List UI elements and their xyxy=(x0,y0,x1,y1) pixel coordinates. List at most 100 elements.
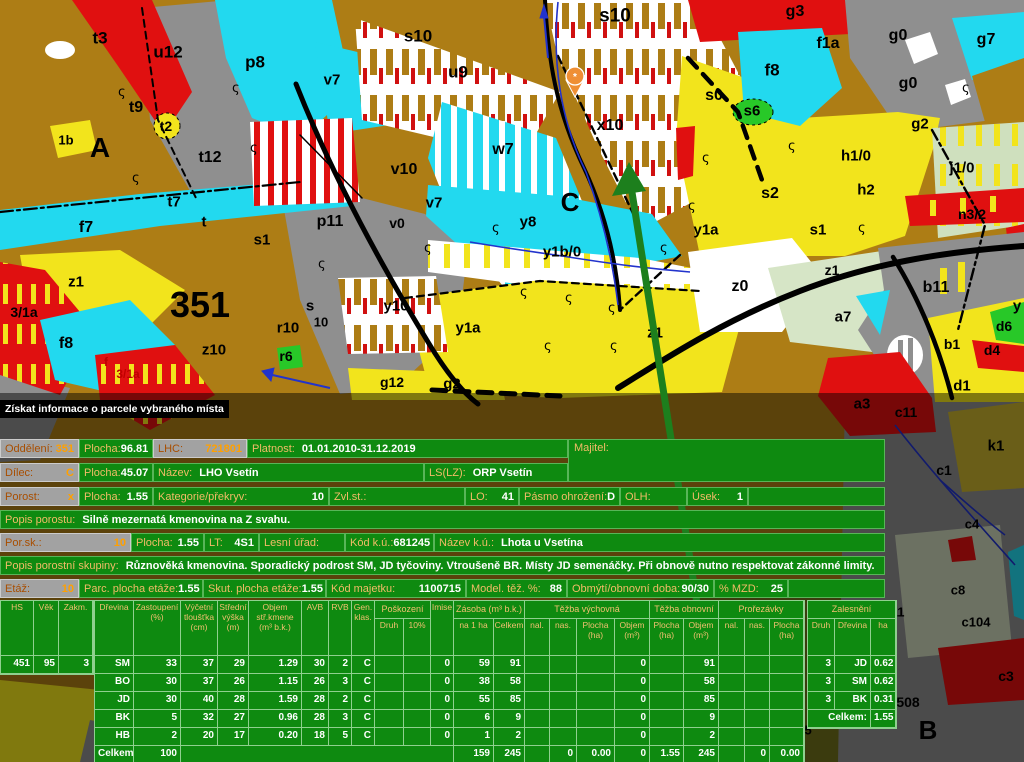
map-label: y1a xyxy=(455,321,480,336)
field-zvl-st: Zvl.st.: xyxy=(329,487,465,506)
field-value: 1 xyxy=(737,491,743,503)
field-lo: LO:41 xyxy=(465,487,519,506)
map-label: v10 xyxy=(391,162,418,178)
field-label: Popis porostní skupiny: xyxy=(5,560,119,572)
table-cell: 29 xyxy=(218,656,249,674)
table-cell xyxy=(525,656,550,674)
map-label: h1/0 xyxy=(841,149,871,164)
table-row: BO3037261.15263C03858058 xyxy=(95,674,804,692)
column-group-header: Zásoba (m³ b.k.) xyxy=(454,601,525,619)
svg-text:ς: ς xyxy=(520,285,528,300)
table-cell xyxy=(650,710,684,728)
table-cell: 2 xyxy=(684,728,719,746)
table-cell: 28 xyxy=(218,692,249,710)
svg-text:ς: ς xyxy=(610,339,618,354)
table-cell: Celkem: xyxy=(95,746,134,762)
column-header: Plocha (ha) xyxy=(577,619,615,656)
table-cell: SM xyxy=(835,674,871,692)
table-cell: 6 xyxy=(454,710,494,728)
field-value: 1.55 xyxy=(178,583,199,595)
column-header: AVB xyxy=(302,601,329,656)
table-cell xyxy=(650,674,684,692)
svg-text:ς: ς xyxy=(608,301,616,316)
map-label: u9 xyxy=(448,64,468,81)
field-lt: LT:4S1 xyxy=(204,533,259,552)
map-label: g7 xyxy=(977,32,996,48)
map-label: b1 xyxy=(944,337,960,351)
column-group-header: Těžba obnovní xyxy=(650,601,719,619)
svg-text:ς: ς xyxy=(492,221,500,236)
field-model-tez: Model. těž. %:88 xyxy=(466,579,567,598)
field-value: ORP Vsetín xyxy=(473,467,533,479)
map-label: r10 xyxy=(277,321,300,336)
table-cell: 2 xyxy=(329,692,352,710)
field-label: Zvl.st.: xyxy=(334,491,366,503)
table-cell xyxy=(577,674,615,692)
svg-text:ς: ς xyxy=(250,141,258,156)
svg-text:ς: ς xyxy=(118,85,126,100)
table-cell: 32 xyxy=(181,710,218,728)
field-value: D xyxy=(607,491,615,503)
map-label: s10 xyxy=(599,7,631,26)
field-label: Kategorie/překryv: xyxy=(158,491,247,503)
table-cell: 100 xyxy=(134,746,181,762)
field-label: Por.sk.: xyxy=(5,537,42,549)
column-header: ha xyxy=(871,619,896,656)
map-label: 3/1a xyxy=(116,368,139,380)
table-cell xyxy=(770,728,804,746)
map-label: b11 xyxy=(923,280,950,296)
table-cell: 0 xyxy=(615,710,650,728)
field-parc-plocha-etaze: Parc. plocha etáže:1.55 xyxy=(79,579,203,598)
map-label: s6 xyxy=(744,104,761,119)
field-value: 10 xyxy=(114,537,126,549)
table-cell: HB xyxy=(95,728,134,746)
table-cell: 33 xyxy=(134,656,181,674)
panel-title-bar: Získat informace o parcele vybraného mís… xyxy=(0,400,229,418)
table-cell: 1.15 xyxy=(249,674,302,692)
map-label: w7 xyxy=(492,142,513,158)
table-total-row: Celkem:10015924500.0001.5524500.00 xyxy=(95,746,804,762)
table-cell: 40 xyxy=(181,692,218,710)
field-nazev-ku: Název k.ú.:Lhota u Vsetína xyxy=(434,533,885,552)
field-majitel: Majitel: xyxy=(568,439,885,482)
table-cell xyxy=(745,728,770,746)
app-window: ςςς ςςς ςςς ςςς ςςς ςςς * t3u12p8v7s10u9… xyxy=(0,0,1024,762)
table-cell: 0.62 xyxy=(871,656,896,674)
table-cell: JD xyxy=(835,656,871,674)
stand-table-left-block: HSVěkZakm.451953 xyxy=(0,600,94,675)
field-label: Plocha: xyxy=(84,491,121,503)
field-label: Úsek: xyxy=(692,491,720,503)
map-label: 10 xyxy=(314,316,328,329)
column-header: nal. xyxy=(719,619,745,656)
field-label: LS(LZ): xyxy=(429,467,466,479)
map-label: f xyxy=(104,356,108,368)
map-label: v7 xyxy=(426,196,443,211)
table-row: 3SM0.62 xyxy=(808,674,896,692)
field-plocha-dilec: Plocha:45.07 xyxy=(79,463,153,482)
field-ls-lz: LS(LZ): ORP Vsetín xyxy=(424,463,568,482)
table-cell: 17 xyxy=(218,728,249,746)
field-value: 41 xyxy=(502,491,514,503)
column-group-header: Zalesnění xyxy=(808,601,896,619)
table-cell: 5 xyxy=(134,710,181,728)
field-value: x xyxy=(68,491,74,503)
table-cell: 3 xyxy=(59,656,93,674)
column-header: Věk xyxy=(34,601,59,656)
table-cell: 0 xyxy=(615,746,650,762)
map-label: g2 xyxy=(911,117,929,132)
table-total-row: Celkem:1.55 xyxy=(808,710,896,728)
table-cell: 3 xyxy=(329,710,352,728)
table-cell: C xyxy=(352,674,375,692)
table-cell: 1.55 xyxy=(650,746,684,762)
field-usek: Úsek: 1 xyxy=(687,487,748,506)
column-header: Celkem xyxy=(494,619,525,656)
table-cell xyxy=(745,692,770,710)
field-value: Různověká kmenovina. Sporadický podrost … xyxy=(126,560,875,572)
table-cell: 58 xyxy=(494,674,525,692)
table-cell xyxy=(719,746,745,762)
field-label: Parc. plocha etáže: xyxy=(84,583,178,595)
map-label: t3 xyxy=(92,30,107,47)
field-lesni-urad: Lesní úřad: xyxy=(259,533,345,552)
field-label: Model. těž. %: xyxy=(471,583,541,595)
map-label: r6 xyxy=(279,349,292,363)
